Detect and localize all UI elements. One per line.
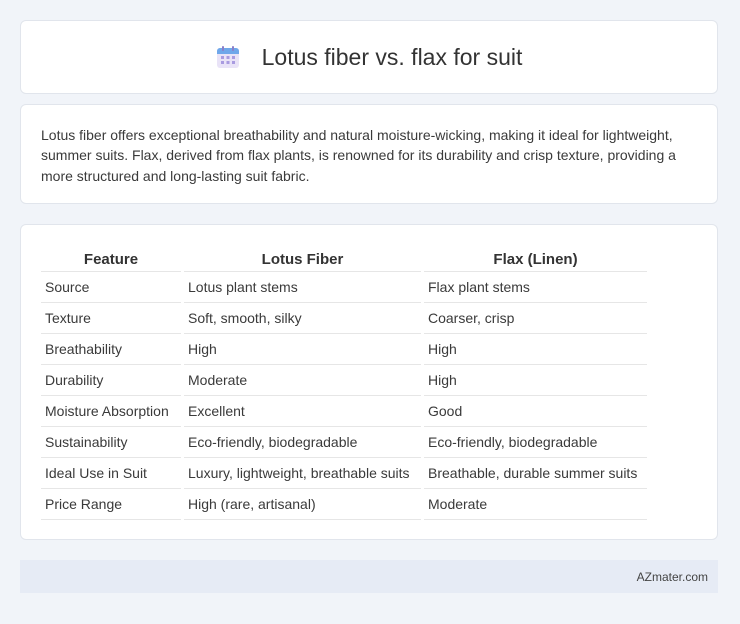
table-cell: Luxury, lightweight, breathable suits xyxy=(184,458,421,489)
table-header-row: Feature Lotus Fiber Flax (Linen) xyxy=(41,245,647,272)
table-cell: Good xyxy=(424,396,647,427)
title-card: Lotus fiber vs. flax for suit xyxy=(20,20,718,94)
footer-site-link[interactable]: AZmater.com xyxy=(637,570,708,584)
comparison-card: Feature Lotus Fiber Flax (Linen) Source … xyxy=(20,224,718,540)
table-cell: Texture xyxy=(41,303,181,334)
footer: AZmater.com xyxy=(20,560,718,593)
table-cell: High xyxy=(184,334,421,365)
table-row: Source Lotus plant stems Flax plant stem… xyxy=(41,272,647,303)
table-row: Moisture Absorption Excellent Good xyxy=(41,396,647,427)
table-cell: Sustainability xyxy=(41,427,181,458)
table-cell: Source xyxy=(41,272,181,303)
table-cell: Eco-friendly, biodegradable xyxy=(424,427,647,458)
table-row: Price Range High (rare, artisanal) Moder… xyxy=(41,489,647,520)
title-wrap: Lotus fiber vs. flax for suit xyxy=(216,43,523,71)
table-cell: High (rare, artisanal) xyxy=(184,489,421,520)
table-row: Texture Soft, smooth, silky Coarser, cri… xyxy=(41,303,647,334)
column-header: Feature xyxy=(41,245,181,272)
intro-text: Lotus fiber offers exceptional breathabi… xyxy=(41,127,676,184)
table-row: Durability Moderate High xyxy=(41,365,647,396)
column-header: Lotus Fiber xyxy=(184,245,421,272)
table-cell: High xyxy=(424,334,647,365)
table-cell: Price Range xyxy=(41,489,181,520)
calendar-icon xyxy=(216,45,240,69)
table-cell: Excellent xyxy=(184,396,421,427)
page-title: Lotus fiber vs. flax for suit xyxy=(261,43,523,70)
table-row: Breathability High High xyxy=(41,334,647,365)
table-cell: Lotus plant stems xyxy=(184,272,421,303)
table-row: Ideal Use in Suit Luxury, lightweight, b… xyxy=(41,458,647,489)
table-cell: Moderate xyxy=(184,365,421,396)
table-row: Sustainability Eco-friendly, biodegradab… xyxy=(41,427,647,458)
table-cell: Breathable, durable summer suits xyxy=(424,458,647,489)
table-cell: Flax plant stems xyxy=(424,272,647,303)
table-cell: Moderate xyxy=(424,489,647,520)
table-cell: Soft, smooth, silky xyxy=(184,303,421,334)
table-cell: Moisture Absorption xyxy=(41,396,181,427)
table-cell: Coarser, crisp xyxy=(424,303,647,334)
comparison-table: Feature Lotus Fiber Flax (Linen) Source … xyxy=(38,245,650,520)
intro-card: Lotus fiber offers exceptional breathabi… xyxy=(20,104,718,204)
table-cell: Eco-friendly, biodegradable xyxy=(184,427,421,458)
table-cell: Breathability xyxy=(41,334,181,365)
column-header: Flax (Linen) xyxy=(424,245,647,272)
table-cell: Durability xyxy=(41,365,181,396)
table-cell: High xyxy=(424,365,647,396)
table-cell: Ideal Use in Suit xyxy=(41,458,181,489)
